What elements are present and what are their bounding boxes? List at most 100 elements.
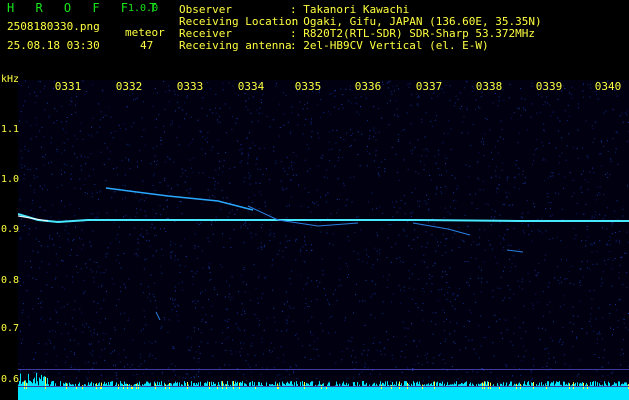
noise-dot <box>114 329 116 331</box>
noise-dot <box>259 182 261 184</box>
noise-dot <box>396 108 398 110</box>
noise-dot <box>493 218 495 220</box>
noise-dot <box>170 244 172 246</box>
noise-dot <box>517 107 519 109</box>
noise-dot <box>286 205 288 207</box>
noise-dot <box>187 374 189 376</box>
noise-dot <box>114 350 115 352</box>
noise-dot <box>612 371 614 373</box>
noise-dot <box>140 209 142 211</box>
noise-dot <box>479 108 481 109</box>
noise-dot <box>285 246 287 248</box>
noise-dot <box>28 275 29 277</box>
noise-dot <box>326 232 328 234</box>
noise-dot <box>537 301 539 303</box>
noise-dot <box>165 200 167 202</box>
noise-dot <box>616 95 618 97</box>
noise-dot <box>354 139 356 141</box>
noise-dot <box>303 288 305 290</box>
noise-dot <box>461 132 463 134</box>
noise-dot <box>312 201 314 203</box>
noise-dot <box>320 323 322 325</box>
noise-dot <box>140 199 142 201</box>
noise-dot <box>440 186 442 188</box>
noise-dot <box>415 188 416 190</box>
noise-dot <box>74 187 76 189</box>
noise-dot <box>500 332 502 334</box>
noise-dot <box>369 153 371 155</box>
time-tick: 0340 <box>594 80 622 93</box>
noise-dot <box>593 290 595 292</box>
noise-dot <box>200 292 201 294</box>
noise-dot <box>575 234 577 236</box>
noise-dot <box>66 275 68 277</box>
noise-dot <box>448 120 450 122</box>
noise-dot <box>89 241 91 243</box>
noise-dot <box>198 328 199 330</box>
noise-dot <box>153 161 155 162</box>
level-peak <box>24 380 25 389</box>
level-peak <box>192 386 193 389</box>
noise-dot <box>549 311 551 313</box>
noise-dot <box>291 161 293 163</box>
noise-dot <box>40 81 41 83</box>
noise-dot <box>204 138 206 140</box>
noise-dot <box>578 157 580 159</box>
noise-dot <box>35 227 37 229</box>
noise-dot <box>620 364 621 366</box>
noise-dot <box>572 331 573 332</box>
noise-dot <box>376 349 378 351</box>
noise-dot <box>605 110 607 112</box>
noise-dot <box>153 296 155 298</box>
noise-dot <box>309 168 311 170</box>
noise-dot <box>626 114 628 116</box>
noise-dot <box>81 238 83 240</box>
noise-dot <box>533 223 534 225</box>
noise-dot <box>390 224 392 225</box>
level-peak <box>504 386 505 389</box>
noise-dot <box>351 382 353 384</box>
noise-dot <box>426 203 428 205</box>
noise-dot <box>492 296 494 298</box>
noise-dot <box>144 342 146 344</box>
noise-dot <box>371 294 373 296</box>
noise-dot <box>541 141 543 143</box>
noise-dot <box>335 142 337 144</box>
noise-dot <box>374 293 376 295</box>
noise-dot <box>420 118 422 120</box>
noise-dot <box>155 164 157 166</box>
noise-dot <box>272 289 274 291</box>
noise-dot <box>619 264 621 266</box>
noise-dot <box>160 228 162 230</box>
noise-dot <box>103 272 105 274</box>
noise-dot <box>282 189 284 191</box>
noise-dot <box>131 364 133 366</box>
noise-dot <box>600 153 602 155</box>
noise-dot <box>364 300 366 302</box>
noise-dot <box>430 290 432 292</box>
noise-dot <box>115 238 117 240</box>
noise-dot <box>581 328 583 330</box>
noise-dot <box>493 314 495 316</box>
noise-dot <box>261 102 262 103</box>
noise-dot <box>21 167 23 169</box>
noise-dot <box>174 255 176 257</box>
noise-dot <box>396 258 398 260</box>
timestamp: 25.08.18 03:30 <box>7 39 100 52</box>
noise-dot <box>171 120 173 122</box>
level-peak <box>499 387 500 389</box>
noise-dot <box>93 329 95 331</box>
noise-dot <box>162 255 164 257</box>
noise-dot <box>376 250 378 252</box>
noise-dot <box>407 169 409 170</box>
noise-dot <box>323 176 325 178</box>
noise-dot <box>581 147 583 149</box>
noise-dot <box>88 343 90 345</box>
noise-dot <box>398 285 400 286</box>
noise-dot <box>548 177 550 179</box>
noise-dot <box>33 175 35 177</box>
noise-dot <box>564 295 565 297</box>
noise-dot <box>393 206 395 208</box>
noise-dot <box>124 197 126 199</box>
noise-dot <box>341 351 343 353</box>
